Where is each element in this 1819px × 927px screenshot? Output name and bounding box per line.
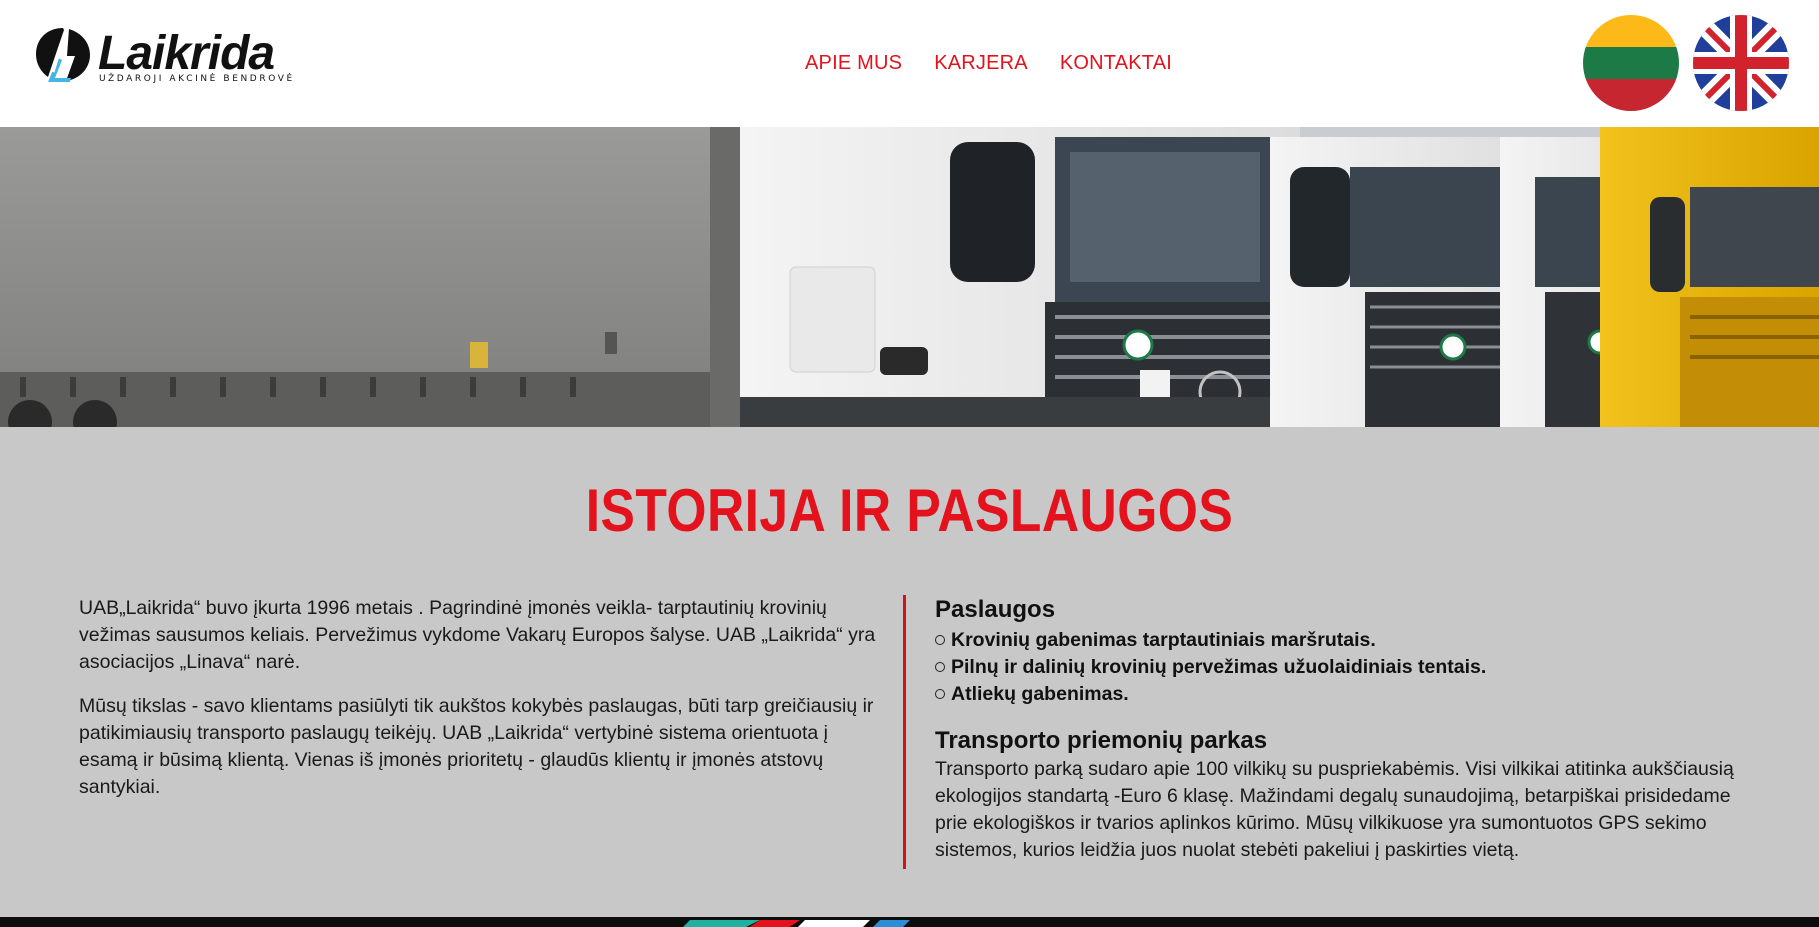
footer-strip bbox=[0, 917, 1819, 927]
list-item: Atliekų gabenimas. bbox=[935, 681, 1765, 708]
service-text: Krovinių gabenimas tarptautiniais maršru… bbox=[951, 629, 1376, 651]
fleet-heading: Transporto priemonių parkas bbox=[935, 727, 1268, 754]
services-heading: Paslaugos bbox=[935, 596, 1056, 623]
history-column: UAB„Laikrida“ buvo įkurta 1996 metais . … bbox=[79, 595, 889, 818]
logo-wordmark: Laikrida bbox=[98, 27, 275, 80]
footer-decoration bbox=[0, 920, 1819, 927]
bullet-icon bbox=[935, 662, 945, 672]
service-text: Pilnų ir dalinių krovinių pervežimas užu… bbox=[951, 656, 1487, 678]
list-item: Krovinių gabenimas tarptautiniais maršru… bbox=[935, 627, 1765, 654]
logo-tagline: UŽDAROJI AKCINĖ BENDROVĖ bbox=[99, 74, 295, 84]
history-services-section: ISTORIJA IR PASLAUGOS UAB„Laikrida“ buvo… bbox=[0, 427, 1819, 917]
main-nav: APIE MUS KARJERA KONTAKTAI bbox=[805, 48, 1172, 78]
history-paragraph: Mūsų tikslas - savo klientams pasiūlyti … bbox=[79, 695, 874, 798]
list-item: Pilnų ir dalinių krovinių pervežimas užu… bbox=[935, 654, 1765, 681]
services-list: Krovinių gabenimas tarptautiniais maršru… bbox=[935, 627, 1765, 708]
uk-flag-icon[interactable] bbox=[1693, 15, 1789, 111]
history-paragraph: UAB„Laikrida“ buvo įkurta 1996 metais . … bbox=[79, 597, 876, 673]
laikrida-logo[interactable]: Laikrida UŽDAROJI AKCINĖ BENDROVĖ bbox=[34, 26, 344, 86]
nav-kontaktai[interactable]: KONTAKTAI bbox=[1060, 52, 1172, 75]
service-text: Atliekų gabenimas. bbox=[951, 683, 1129, 705]
section-title: ISTORIJA IR PASLAUGOS bbox=[585, 477, 1234, 544]
logo-mark-icon bbox=[36, 28, 90, 82]
hero-trucks-photo bbox=[0, 127, 1819, 427]
trucks-illustration bbox=[0, 127, 1819, 427]
site-header: Laikrida UŽDAROJI AKCINĖ BENDROVĖ APIE M… bbox=[0, 0, 1819, 127]
nav-karjera[interactable]: KARJERA bbox=[934, 52, 1028, 75]
column-divider bbox=[903, 595, 906, 869]
fleet-paragraph: Transporto parką sudaro apie 100 vilkikų… bbox=[935, 758, 1734, 861]
lithuanian-flag-icon[interactable] bbox=[1583, 15, 1679, 111]
nav-apie-mus[interactable]: APIE MUS bbox=[805, 52, 902, 75]
services-column: Paslaugos Krovinių gabenimas tarptautini… bbox=[935, 595, 1765, 864]
bullet-icon bbox=[935, 689, 945, 699]
bullet-icon bbox=[935, 635, 945, 645]
